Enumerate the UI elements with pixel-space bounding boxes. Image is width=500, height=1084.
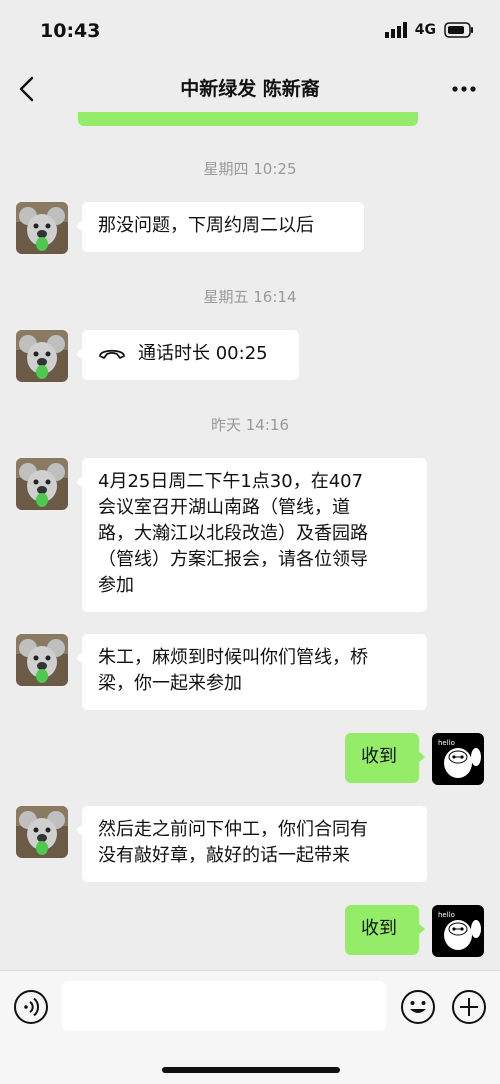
message-text: 收到 (361, 918, 397, 939)
svg-text:hello: hello (438, 911, 455, 919)
phone-icon (99, 349, 125, 359)
status-time: 10:43 (40, 20, 101, 42)
chat-title: 中新绿发 陈新裔 (180, 78, 320, 100)
message-line: 没有敲好章，敲好的话一起带来 (98, 845, 350, 866)
contact-avatar[interactable] (16, 330, 68, 382)
input-bar (0, 970, 500, 1084)
signal-icon (384, 22, 407, 38)
my-avatar[interactable]: hello (432, 733, 484, 785)
message-line: 朱工，麻烦到时候叫你们管线，桥 (98, 647, 368, 668)
message-line: （管线）方案汇报会，请各位领导 (98, 549, 368, 570)
message-input[interactable] (62, 981, 386, 1031)
timestamp: 星期五 16:14 (203, 288, 297, 306)
plus-icon[interactable] (451, 989, 487, 1025)
message-line: 4月25日周二下午1点30，在407 (98, 471, 364, 492)
emoji-icon[interactable] (400, 989, 436, 1025)
timestamp: 星期四 10:25 (203, 160, 297, 178)
status-indicators: 4G (384, 22, 474, 38)
my-avatar[interactable]: hello (432, 905, 484, 957)
message-bubble[interactable]: 4月25日周二下午1点30，在407 会议室召开湖山南路（管线，道 路，大瀚江以… (76, 458, 427, 612)
message-line: 然后走之前问下仲工，你们合同有 (98, 819, 368, 840)
more-icon[interactable] (450, 78, 478, 100)
home-indicator (162, 1067, 340, 1073)
status-bar: 10:43 4G (0, 0, 500, 60)
call-duration-text: 通话时长 00:25 (138, 343, 268, 364)
contact-avatar[interactable] (16, 458, 68, 510)
message-text: 收到 (361, 746, 397, 767)
message-bubble[interactable]: 那没问题，下周约周二以后 (76, 202, 364, 252)
voice-icon[interactable] (13, 989, 49, 1025)
message-line: 路，大瀚江以北段改造）及香园路 (98, 523, 368, 544)
call-record-bubble[interactable]: 通话时长 00:25 (76, 330, 299, 380)
message-bubble[interactable]: 然后走之前问下仲工，你们合同有 没有敲好章，敲好的话一起带来 (76, 806, 427, 882)
my-message-bubble[interactable]: 收到 (345, 733, 425, 783)
message-line: 梁，你一起来参加 (98, 673, 242, 694)
message-list: 星期四 10:25 那没问题，下周约周二以后 星期五 16:14 通话时长 00… (0, 118, 500, 970)
message-text: 那没问题，下周约周二以后 (98, 215, 314, 236)
message-line: 参加 (98, 575, 134, 596)
contact-avatar[interactable] (16, 202, 68, 254)
battery-icon (444, 22, 473, 38)
svg-text:hello: hello (438, 739, 455, 747)
network-label: 4G (414, 22, 436, 38)
contact-avatar[interactable] (16, 634, 68, 686)
timestamp: 昨天 14:16 (211, 416, 289, 434)
my-message-bubble[interactable]: 收到 (345, 905, 425, 955)
contact-avatar[interactable] (16, 806, 68, 858)
chat-header: 中新绿发 陈新裔 (0, 60, 500, 118)
message-line: 会议室召开湖山南路（管线，道 (98, 497, 350, 518)
message-bubble[interactable]: 朱工，麻烦到时候叫你们管线，桥 梁，你一起来参加 (76, 634, 427, 710)
